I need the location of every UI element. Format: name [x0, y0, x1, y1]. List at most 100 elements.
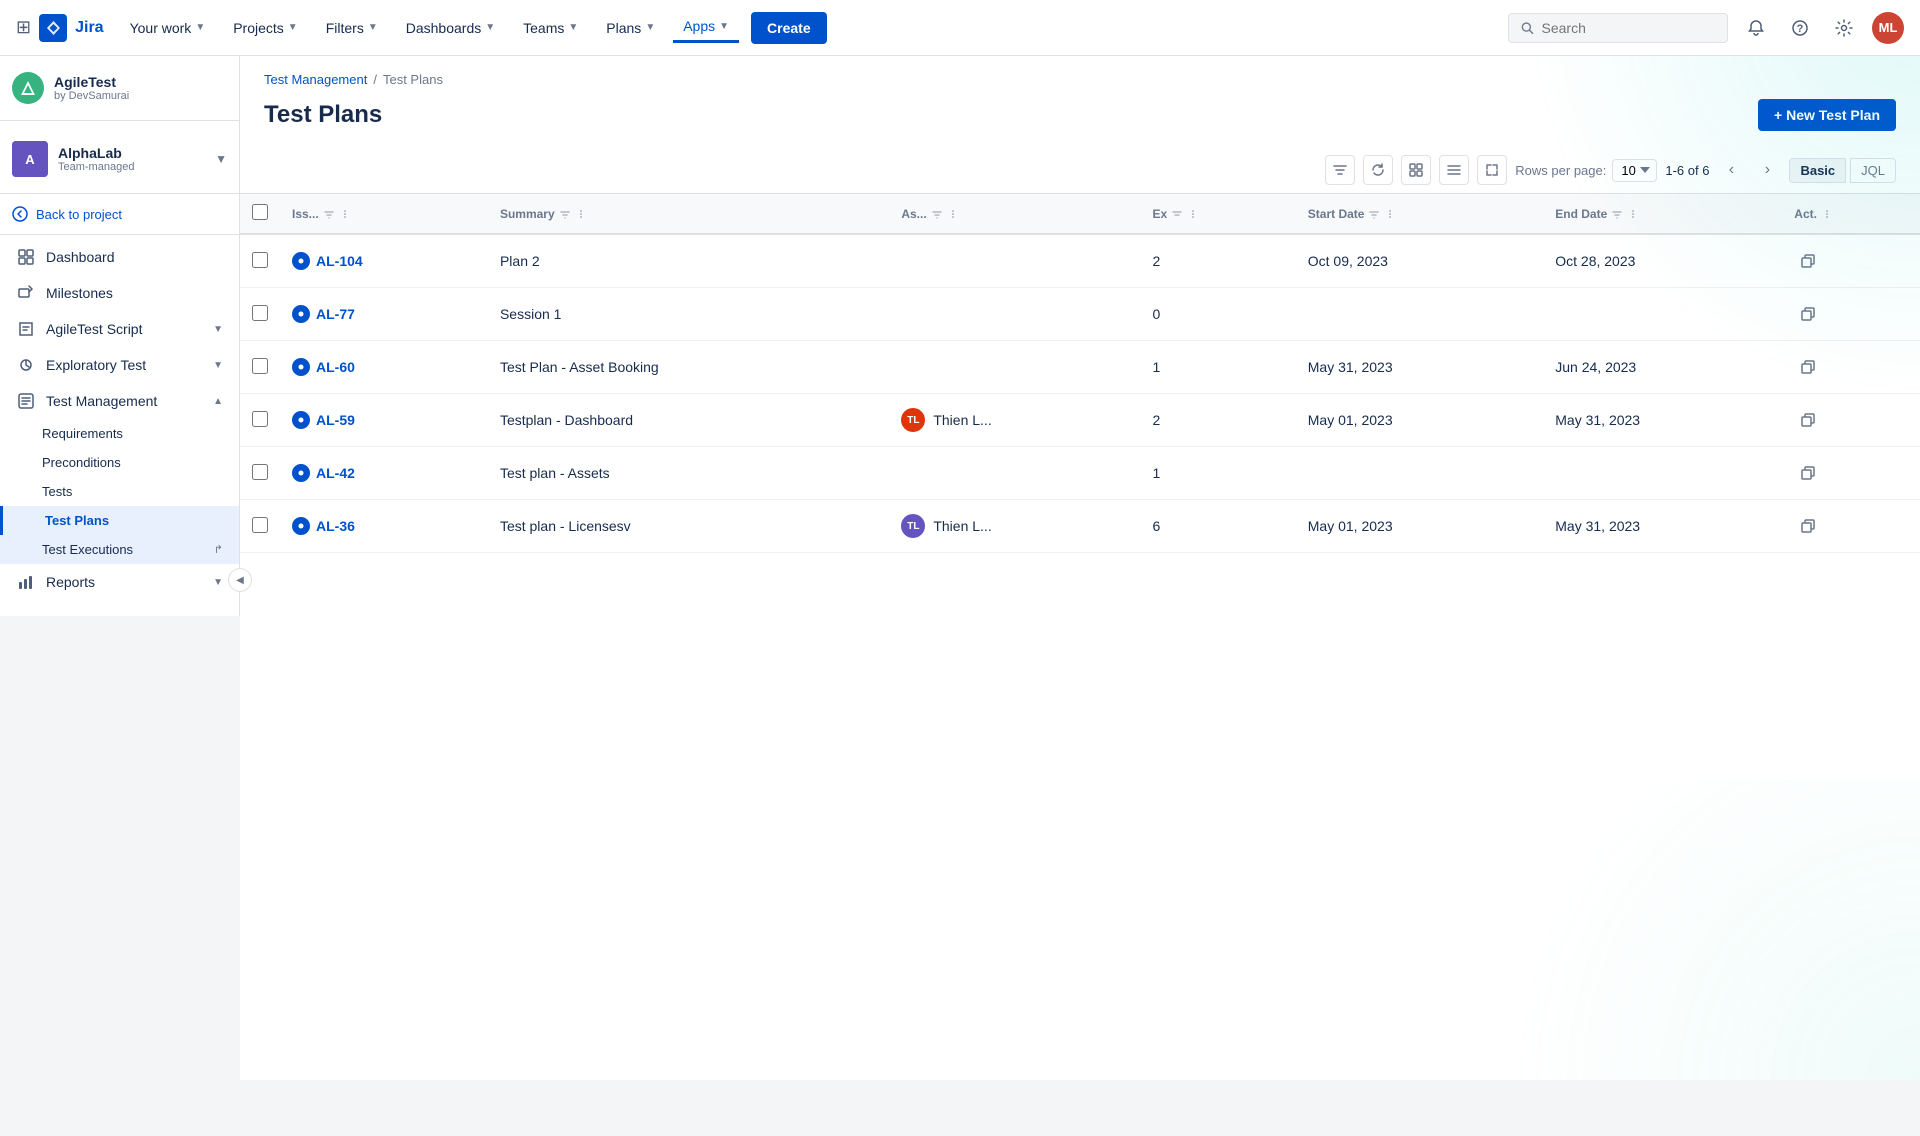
sidebar-item-test-executions[interactable]: Test Executions ↱ — [0, 535, 239, 564]
nav-plans[interactable]: Plans ▼ — [596, 14, 665, 42]
sidebar-divider-1 — [0, 120, 239, 121]
copy-row-button[interactable] — [1794, 247, 1822, 275]
nav-teams-caret: ▼ — [568, 22, 578, 33]
jira-logo[interactable]: Jira — [39, 14, 103, 42]
end-date-col-sort-icon[interactable] — [1611, 208, 1623, 220]
row-checkbox[interactable] — [252, 305, 268, 321]
nav-your-work[interactable]: Your work ▼ — [120, 14, 216, 42]
row-end-date-cell: May 31, 2023 — [1543, 394, 1782, 447]
start-date-col-sort-icon[interactable] — [1368, 208, 1380, 220]
pagination-prev-button[interactable]: ‹ — [1717, 156, 1745, 184]
grid-view-icon-button[interactable] — [1401, 155, 1431, 185]
row-checkbox[interactable] — [252, 464, 268, 480]
filter-icon-button[interactable] — [1325, 155, 1355, 185]
nav-projects[interactable]: Projects ▼ — [223, 14, 307, 42]
help-button[interactable]: ? — [1784, 12, 1816, 44]
issue-link[interactable]: AL-59 — [292, 411, 476, 429]
grid-icon[interactable]: ⊞ — [16, 17, 31, 38]
sidebar-item-milestones[interactable]: Milestones — [0, 275, 239, 311]
breadcrumb-test-management[interactable]: Test Management — [264, 72, 367, 87]
rows-per-page-select[interactable]: 10 5 20 50 — [1612, 159, 1657, 182]
test-management-subnav: Requirements Preconditions Tests Test Pl… — [0, 419, 239, 564]
workspace-name: AlphaLab — [58, 145, 205, 161]
sidebar-item-dashboard[interactable]: Dashboard — [0, 239, 239, 275]
copy-row-button[interactable] — [1794, 406, 1822, 434]
breadcrumb-test-plans: Test Plans — [383, 72, 443, 87]
nav-apps[interactable]: Apps ▼ — [673, 12, 739, 43]
test-executions-cursor-indicator: ↱ — [214, 543, 223, 556]
end-date-col-menu-icon[interactable] — [1627, 208, 1639, 220]
sidebar-item-preconditions[interactable]: Preconditions — [0, 448, 239, 477]
copy-row-button[interactable] — [1794, 459, 1822, 487]
row-summary-cell: Plan 2 — [488, 234, 889, 288]
search-box[interactable] — [1508, 13, 1728, 43]
row-issue-cell: AL-36 — [280, 500, 488, 553]
issue-link[interactable]: AL-104 — [292, 252, 476, 270]
select-all-checkbox[interactable] — [252, 204, 268, 220]
issue-type-icon — [292, 517, 310, 535]
row-checkbox[interactable] — [252, 517, 268, 533]
workspace-caret-icon: ▼ — [215, 152, 227, 166]
nav-filters[interactable]: Filters ▼ — [316, 14, 388, 42]
row-summary-cell: Test Plan - Asset Booking — [488, 341, 889, 394]
ex-col-sort-icon[interactable] — [1171, 208, 1183, 220]
pagination-next-button[interactable]: › — [1753, 156, 1781, 184]
sidebar-item-exploratory-test[interactable]: Exploratory Test ▼ — [0, 347, 239, 383]
sidebar-item-agiletest-script[interactable]: AgileTest Script ▼ — [0, 311, 239, 347]
search-input[interactable] — [1542, 20, 1715, 36]
back-to-project-button[interactable]: Back to project — [0, 198, 239, 230]
nav-teams[interactable]: Teams ▼ — [513, 14, 588, 42]
view-toggle-basic[interactable]: Basic — [1789, 158, 1846, 183]
copy-row-button[interactable] — [1794, 353, 1822, 381]
sidebar-collapse-button[interactable]: ◀ — [228, 568, 252, 592]
workspace-header[interactable]: A AlphaLab Team-managed ▼ — [0, 125, 239, 189]
summary-col-menu-icon[interactable] — [575, 208, 587, 220]
ex-col-menu-icon[interactable] — [1187, 208, 1199, 220]
issue-link[interactable]: AL-60 — [292, 358, 476, 376]
expand-icon-button[interactable] — [1477, 155, 1507, 185]
sidebar: AgileTest by DevSamurai A AlphaLab — [0, 56, 240, 616]
row-checkbox[interactable] — [252, 358, 268, 374]
summary-col-sort-icon[interactable] — [559, 208, 571, 220]
create-button[interactable]: Create — [751, 12, 827, 44]
copy-row-button[interactable] — [1794, 300, 1822, 328]
test-management-icon — [16, 391, 36, 411]
actions-col-menu-icon[interactable] — [1821, 208, 1833, 220]
assignee-col-sort-icon[interactable] — [931, 208, 943, 220]
row-executions-cell: 1 — [1141, 341, 1296, 394]
nav-apps-caret: ▼ — [719, 21, 729, 32]
row-checkbox[interactable] — [252, 252, 268, 268]
row-checkbox-cell — [240, 447, 280, 500]
refresh-icon-button[interactable] — [1363, 155, 1393, 185]
copy-row-button[interactable] — [1794, 512, 1822, 540]
notifications-button[interactable] — [1740, 12, 1772, 44]
sidebar-item-milestones-label: Milestones — [46, 285, 113, 301]
new-test-plan-button[interactable]: + New Test Plan — [1758, 99, 1896, 131]
issue-col-menu-icon[interactable] — [339, 208, 351, 220]
issue-link[interactable]: AL-36 — [292, 517, 476, 535]
exploratory-test-icon — [16, 355, 36, 375]
issue-col-sort-icon[interactable] — [323, 208, 335, 220]
list-view-icon-button[interactable] — [1439, 155, 1469, 185]
issue-link[interactable]: AL-42 — [292, 464, 476, 482]
sidebar-item-test-management[interactable]: Test Management ▲ — [0, 383, 239, 419]
row-issue-cell: AL-59 — [280, 394, 488, 447]
nav-projects-caret: ▼ — [288, 22, 298, 33]
row-start-date-cell — [1296, 288, 1543, 341]
row-checkbox[interactable] — [252, 411, 268, 427]
row-executions-cell: 1 — [1141, 447, 1296, 500]
sidebar-item-test-management-label: Test Management — [46, 393, 157, 409]
view-toggle-jql[interactable]: JQL — [1850, 158, 1896, 183]
user-avatar[interactable]: ML — [1872, 12, 1904, 44]
assignee-col-menu-icon[interactable] — [947, 208, 959, 220]
sidebar-item-reports[interactable]: Reports ▼ — [0, 564, 239, 600]
start-date-col-menu-icon[interactable] — [1384, 208, 1396, 220]
sidebar-item-requirements[interactable]: Requirements — [0, 419, 239, 448]
issue-link[interactable]: AL-77 — [292, 305, 476, 323]
nav-dashboards[interactable]: Dashboards ▼ — [396, 14, 505, 42]
row-issue-cell: AL-42 — [280, 447, 488, 500]
sidebar-item-test-plans[interactable]: Test Plans — [0, 506, 239, 535]
sidebar-item-tests[interactable]: Tests — [0, 477, 239, 506]
issue-type-icon — [292, 464, 310, 482]
settings-button[interactable] — [1828, 12, 1860, 44]
